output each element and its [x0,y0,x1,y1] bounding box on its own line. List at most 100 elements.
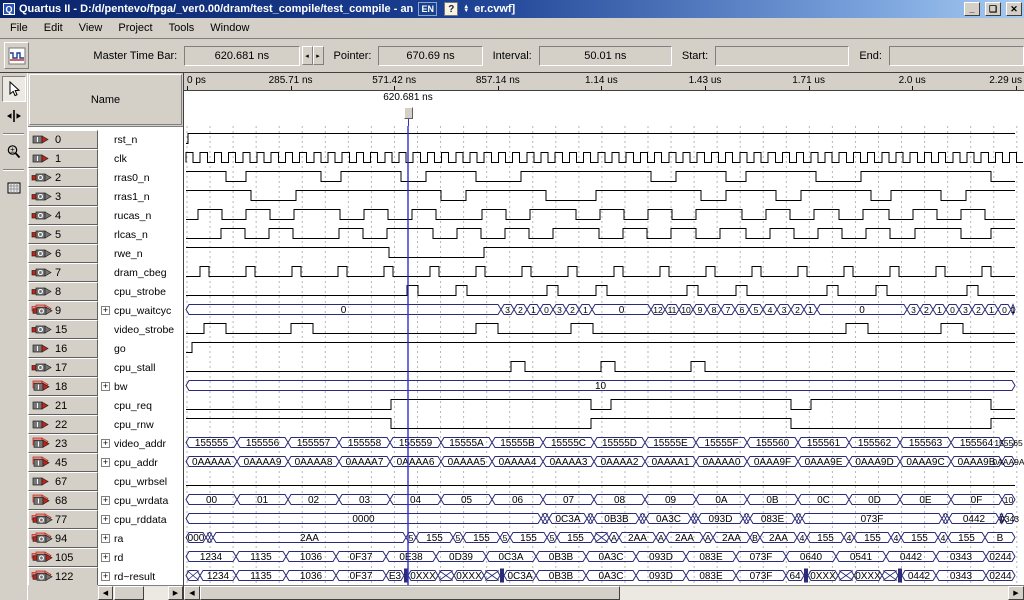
expand-group-icon[interactable]: + [101,439,110,448]
scroll-right-icon[interactable]: ▶ [1008,586,1024,600]
signal-id-button[interactable]: O77 [28,510,98,529]
signal-id-button[interactable]: O17 [28,358,98,377]
minimize-button[interactable]: _ [964,2,980,16]
master-time-marker-handle[interactable] [404,107,413,119]
signal-name-rras1_n[interactable]: rras1_n [98,187,183,206]
signal-id-button[interactable]: I21 [28,396,98,415]
close-button[interactable]: ✕ [1006,2,1022,16]
signal-id-button[interactable]: I68 [28,491,98,510]
signal-id-button[interactable]: O3 [28,187,98,206]
expand-group-icon[interactable]: + [101,534,110,543]
menu-tools[interactable]: Tools [161,19,203,37]
signal-name-rd~result[interactable]: +rd~result [98,567,183,585]
language-badge[interactable]: EN [418,2,437,16]
signal-id-button[interactable]: I22 [28,415,98,434]
menu-project[interactable]: Project [110,19,160,37]
master-time-spin-right[interactable]: ▸ [313,46,324,65]
menu-edit[interactable]: Edit [36,19,71,37]
waveform-scrollbar[interactable]: ◀ ▶ [184,585,1024,600]
selection-tool-button[interactable] [2,76,26,102]
ruler-tick-label: 571.42 ns [372,75,416,86]
signal-name-cpu_wrdata[interactable]: +cpu_wrdata [98,491,183,510]
signal-name-rucas_n[interactable]: rucas_n [98,206,183,225]
signal-id-button[interactable]: I23 [28,434,98,453]
expand-group-icon[interactable]: + [101,496,110,505]
master-time-spin-left[interactable]: ◂ [302,46,313,65]
signal-name-rd[interactable]: +rd [98,548,183,567]
signal-name-cpu_req[interactable]: cpu_req [98,396,183,415]
signal-name-rlcas_n[interactable]: rlcas_n [98,225,183,244]
svg-text:8: 8 [712,305,717,315]
expand-group-icon[interactable]: + [101,382,110,391]
signal-id-button[interactable]: I1 [28,149,98,168]
scrollbar-thumb[interactable] [114,586,144,600]
out-pin-icon: O [31,209,53,222]
signal-id-button[interactable]: O105 [28,548,98,567]
help-icon[interactable]: ? [444,2,458,16]
signal-name-ra[interactable]: +ra [98,529,183,548]
menu-view[interactable]: View [71,19,111,37]
signal-id-button[interactable]: O5 [28,225,98,244]
expand-group-icon[interactable]: + [101,458,110,467]
name-panel-scrollbar[interactable]: ◀ ▶ [98,585,183,600]
signal-name-cpu_strobe[interactable]: cpu_strobe [98,282,183,301]
scroll-left-icon[interactable]: ◀ [98,586,113,600]
signal-name-cpu_wrbsel[interactable]: cpu_wrbsel [98,472,183,491]
svg-text:3: 3 [963,305,968,315]
time-bar-tool-button[interactable] [2,103,26,129]
signal-index: 77 [55,514,67,526]
signal-id-button[interactable]: O4 [28,206,98,225]
scroll-left-icon[interactable]: ◀ [184,586,200,600]
svg-text:3: 3 [505,305,510,315]
in-pin-icon: I [31,456,53,469]
signal-name-dram_cbeg[interactable]: dram_cbeg [98,263,183,282]
svg-text:0: 0 [859,305,865,316]
signal-id-button[interactable]: O122 [28,567,98,585]
signal-name-clk[interactable]: clk [98,149,183,168]
signal-id-button[interactable]: I16 [28,339,98,358]
signal-id-button[interactable]: I0 [28,130,98,149]
time-ruler[interactable]: 0 ps285.71 ns571.42 ns857.14 ns1.14 us1.… [184,73,1024,91]
signal-name-rwe_n[interactable]: rwe_n [98,244,183,263]
signal-name-cpu_stall[interactable]: cpu_stall [98,358,183,377]
signal-name-bw[interactable]: +bw [98,377,183,396]
restore-button[interactable]: ❏ [985,2,1001,16]
signal-id-button[interactable]: O15 [28,320,98,339]
svg-text:O: O [38,175,44,182]
expand-group-icon[interactable]: + [101,306,110,315]
signal-name-video_addr[interactable]: +video_addr [98,434,183,453]
master-time-bar-field[interactable]: 620.681 ns [184,46,299,66]
waveform-editor-button[interactable] [4,42,29,69]
zoom-tool-button[interactable]: ± [2,139,26,165]
svg-text:0AAA9D: 0AAA9D [855,457,893,468]
signal-name-video_strobe[interactable]: video_strobe [98,320,183,339]
signal-id-button[interactable]: O7 [28,263,98,282]
waveform-canvas[interactable]: 0321032101211109876543210321032101101555… [184,126,1024,585]
signal-id-button[interactable]: O6 [28,244,98,263]
signal-name-cpu_rnw[interactable]: cpu_rnw [98,415,183,434]
scrollbar-thumb[interactable] [200,586,620,600]
menu-window[interactable]: Window [202,19,257,37]
signal-name-rras0_n[interactable]: rras0_n [98,168,183,187]
grid-tool-button[interactable] [2,175,26,201]
marker-strip[interactable]: 620.681 ns [184,91,1024,126]
signal-id-button[interactable]: O9 [28,301,98,320]
signal-id-button[interactable]: O2 [28,168,98,187]
name-column-header: Name [29,74,182,125]
expand-group-icon[interactable]: + [101,515,110,524]
signal-name-cpu_waitcyc[interactable]: +cpu_waitcyc [98,301,183,320]
signal-id-button[interactable]: O8 [28,282,98,301]
signal-name-cpu_addr[interactable]: +cpu_addr [98,453,183,472]
language-bar-options-icon[interactable]: ▲▼ [463,5,469,13]
signal-id-button[interactable]: O94 [28,529,98,548]
signal-name-cpu_rddata[interactable]: +cpu_rddata [98,510,183,529]
signal-id-button[interactable]: I18 [28,377,98,396]
menu-file[interactable]: File [2,19,36,37]
signal-id-button[interactable]: I45 [28,453,98,472]
signal-name-go[interactable]: go [98,339,183,358]
expand-group-icon[interactable]: + [101,553,110,562]
signal-id-button[interactable]: I67 [28,472,98,491]
scroll-right-icon[interactable]: ▶ [168,586,183,600]
signal-name-rst_n[interactable]: rst_n [98,130,183,149]
expand-group-icon[interactable]: + [101,572,110,581]
